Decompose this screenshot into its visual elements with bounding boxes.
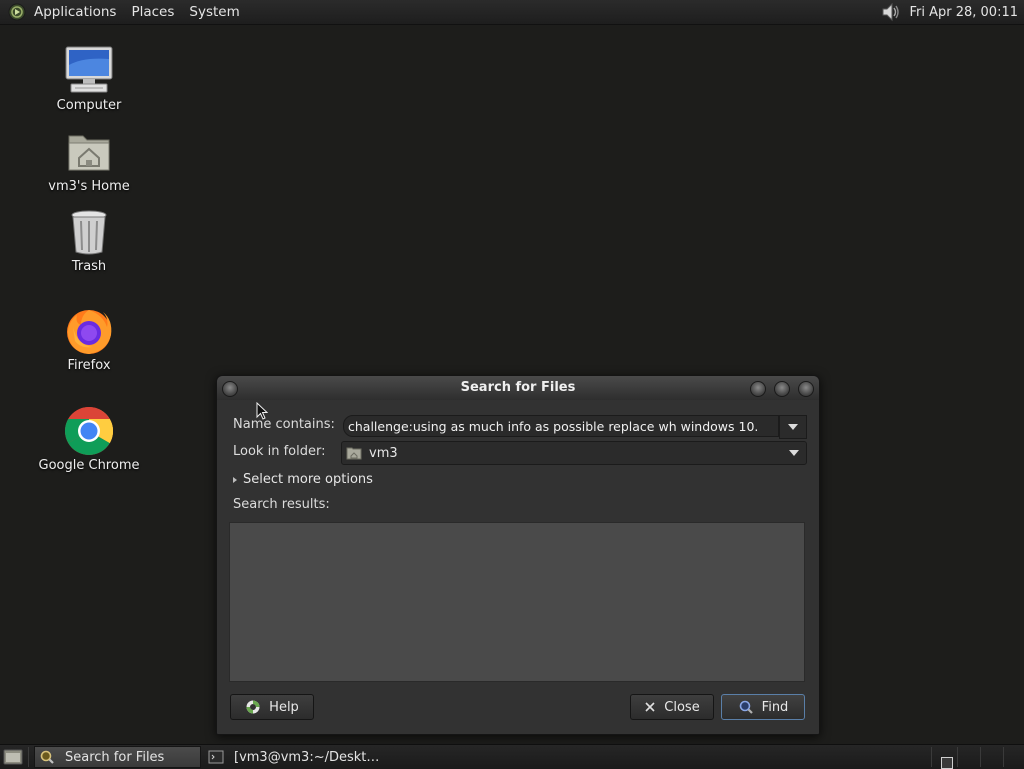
select-more-options-expander[interactable]: Select more options bbox=[233, 472, 373, 487]
folder-value: vm3 bbox=[369, 445, 398, 461]
desktop-icon-computer[interactable]: Computer bbox=[29, 45, 149, 113]
find-button-label: Find bbox=[761, 699, 789, 715]
search-results-label: Search results: bbox=[233, 497, 330, 512]
home-folder-icon bbox=[68, 135, 110, 171]
desktop-icon-firefox[interactable]: Firefox bbox=[29, 305, 149, 373]
help-button[interactable]: Help bbox=[230, 694, 314, 720]
maximize-button[interactable] bbox=[774, 381, 790, 397]
help-button-label: Help bbox=[269, 699, 299, 715]
desktop-icon-home[interactable]: vm3's Home bbox=[29, 126, 149, 194]
places-menu[interactable]: Places bbox=[131, 4, 174, 20]
desktop-icon-label: Google Chrome bbox=[38, 458, 140, 473]
show-desktop-icon[interactable] bbox=[3, 748, 23, 766]
name-contains-label: Name contains: bbox=[233, 417, 335, 432]
look-in-folder-select[interactable]: vm3 bbox=[341, 441, 807, 465]
search-results-list[interactable] bbox=[229, 522, 805, 682]
chevron-down-icon bbox=[789, 450, 799, 456]
desktop-icon-label: vm3's Home bbox=[48, 179, 130, 194]
panel-separator bbox=[957, 747, 958, 767]
minimize-button[interactable] bbox=[750, 381, 766, 397]
clock[interactable]: Fri Apr 28, 00:11 bbox=[909, 5, 1018, 20]
panel-tray: Fri Apr 28, 00:11 bbox=[879, 0, 1024, 24]
chrome-icon bbox=[64, 406, 114, 456]
name-history-dropdown[interactable] bbox=[779, 415, 807, 439]
close-icon bbox=[645, 702, 655, 712]
workspace-switcher[interactable] bbox=[941, 757, 953, 769]
search-icon bbox=[40, 750, 54, 764]
computer-icon bbox=[65, 46, 113, 93]
dialog-titlebar[interactable]: Search for Files bbox=[217, 376, 819, 400]
expander-arrow-icon bbox=[233, 476, 237, 483]
panel-separator bbox=[1003, 747, 1004, 767]
name-contains-input[interactable] bbox=[343, 415, 779, 437]
close-button[interactable]: Close bbox=[630, 694, 714, 720]
search-icon bbox=[739, 700, 753, 714]
volume-icon[interactable] bbox=[879, 1, 903, 23]
taskbar-item-search-for-files[interactable]: Search for Files bbox=[34, 746, 201, 768]
chevron-down-icon bbox=[788, 424, 798, 430]
bottom-panel: Search for Files [vm3@vm3:~/Deskt… bbox=[0, 744, 1024, 769]
find-button[interactable]: Find bbox=[721, 694, 805, 720]
close-window-button[interactable] bbox=[798, 381, 814, 397]
panel-separator bbox=[980, 747, 981, 767]
desktop-icon-trash[interactable]: Trash bbox=[29, 206, 149, 274]
home-folder-icon bbox=[346, 447, 362, 460]
help-lifebuoy-icon bbox=[246, 700, 260, 714]
desktop-icon-label: Firefox bbox=[67, 358, 111, 373]
taskbar-item-label: [vm3@vm3:~/Deskt… bbox=[234, 749, 380, 765]
desktop-icon-label: Trash bbox=[71, 259, 107, 274]
firefox-icon bbox=[67, 310, 112, 354]
panel-separator bbox=[28, 747, 29, 767]
select-more-options-label: Select more options bbox=[243, 472, 373, 487]
desktop-icon-label: Computer bbox=[56, 98, 122, 113]
distro-menu-icon[interactable] bbox=[8, 3, 26, 21]
mouse-cursor-icon bbox=[256, 402, 268, 420]
look-in-folder-label: Look in folder: bbox=[233, 444, 326, 459]
desktop-icon-chrome[interactable]: Google Chrome bbox=[29, 405, 149, 473]
dialog-title: Search for Files bbox=[460, 380, 576, 395]
top-panel: Applications Places System Fri Apr 28, 0… bbox=[0, 0, 1024, 25]
taskbar-item-label: Search for Files bbox=[65, 749, 165, 765]
panel-separator bbox=[931, 747, 932, 767]
terminal-icon bbox=[208, 750, 224, 764]
applications-menu[interactable]: Applications bbox=[34, 4, 116, 20]
close-button-label: Close bbox=[664, 699, 700, 715]
system-menu[interactable]: System bbox=[189, 4, 239, 20]
window-menu-button[interactable] bbox=[222, 381, 238, 397]
search-for-files-dialog: Search for Files Name contains: Look in … bbox=[216, 375, 820, 735]
trash-icon bbox=[71, 210, 107, 255]
taskbar-item-terminal[interactable]: [vm3@vm3:~/Deskt… bbox=[204, 746, 384, 768]
